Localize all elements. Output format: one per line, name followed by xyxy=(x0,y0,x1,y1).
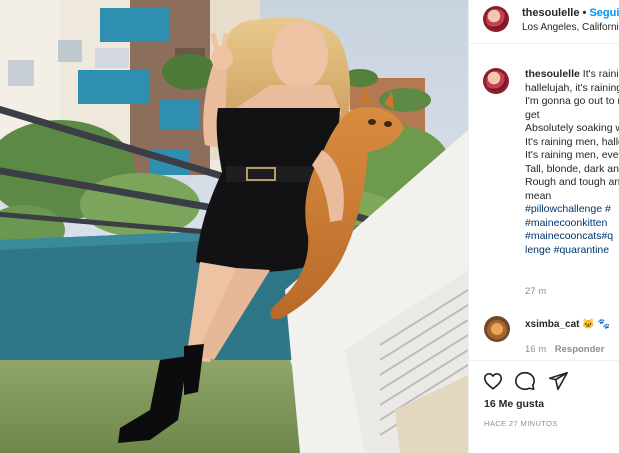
post-image xyxy=(0,0,468,453)
caption-text: thesoulelle It's raining men hallelujah,… xyxy=(525,68,619,257)
caption-line: It's raining men, hallelujah xyxy=(525,135,619,148)
caption-line: hallelujah, it's raining men xyxy=(525,81,619,94)
caption-line: Rough and tough and strong and xyxy=(525,176,619,188)
action-bar: 16 Me gusta HACE 27 MINUTOS xyxy=(469,360,619,453)
post-photo[interactable] xyxy=(0,0,468,453)
comment-meta: 16 m Responder xyxy=(525,344,604,355)
comment-icon[interactable] xyxy=(514,370,536,392)
location-link[interactable]: Los Angeles, California xyxy=(522,22,619,33)
post-side-panel: thesoulelle • Seguir Los Angeles, Califo… xyxy=(468,0,619,453)
header-username-line: thesoulelle • Seguir xyxy=(522,7,619,19)
hashtag-link[interactable]: #q xyxy=(601,230,613,242)
follow-button[interactable]: Seguir xyxy=(589,7,619,19)
comment-text: 🐱 🐾 xyxy=(582,319,610,330)
hashtag-link[interactable]: #mainecooncats xyxy=(525,230,601,242)
likes-count[interactable]: 16 Me gusta xyxy=(484,398,544,410)
comment-username[interactable]: xsimba_cat xyxy=(525,319,579,330)
caption-line: mean xyxy=(525,189,552,202)
hashtag-link[interactable]: #pillowchallenge xyxy=(525,203,602,215)
comment-avatar[interactable] xyxy=(484,316,510,342)
caption-line: I'm gonna go out to run and let myself xyxy=(525,95,619,107)
heart-icon[interactable] xyxy=(482,370,504,392)
header-username[interactable]: thesoulelle xyxy=(522,7,579,19)
hashtag-link[interactable]: lenge xyxy=(525,244,551,256)
caption-line: It's raining men, every specimen xyxy=(525,149,619,161)
profile-avatar[interactable] xyxy=(483,6,509,32)
caption-line: Tall, blonde, dark and lean xyxy=(525,162,619,175)
caption-line: Absolutely soaking wet xyxy=(525,122,619,134)
post-header: thesoulelle • Seguir Los Angeles, Califo… xyxy=(469,0,619,44)
hashtag-link[interactable]: # xyxy=(605,203,611,215)
caption-line: get xyxy=(525,108,540,121)
hashtag-link[interactable]: #mainecoonkitten xyxy=(525,217,607,229)
header-separator: • xyxy=(582,7,587,19)
posted-time: HACE 27 MINUTOS xyxy=(484,419,558,428)
share-icon[interactable] xyxy=(547,370,569,392)
reply-button[interactable]: Responder xyxy=(555,344,605,355)
comment-timestamp: 16 m xyxy=(525,344,547,355)
caption-avatar[interactable] xyxy=(483,68,509,94)
hashtag-link[interactable]: #quarantine xyxy=(554,244,609,256)
comment-line: xsimba_cat 🐱 🐾 xyxy=(525,319,610,330)
comment-item: xsimba_cat 🐱 🐾 16 m Responder xyxy=(469,314,619,358)
caption-line: It's raining men xyxy=(582,68,619,80)
caption-username[interactable]: thesoulelle xyxy=(525,68,580,80)
caption-timestamp: 27 m xyxy=(525,286,547,297)
